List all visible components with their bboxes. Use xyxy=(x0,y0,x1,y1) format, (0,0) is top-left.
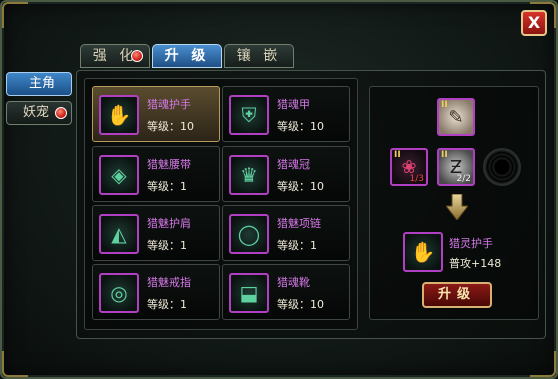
upgrade-scroll-slot[interactable]: II ✎ xyxy=(437,98,475,136)
boots-icon: ⬓ xyxy=(229,273,269,313)
tab-label: 升 级 xyxy=(164,48,210,64)
equipment-slot-necklace[interactable]: ◯ 猎魅项链 等级：1 xyxy=(222,205,350,261)
close-button[interactable]: X xyxy=(521,10,547,36)
item-name: 猎魅腰带 xyxy=(147,158,191,171)
item-name: 猎魅戒指 xyxy=(147,276,191,289)
side-tab-hero[interactable]: 主角 xyxy=(6,72,72,96)
shoulder-icon: ◭ xyxy=(99,214,139,254)
item-level: 等级：10 xyxy=(277,298,324,311)
upgrade-button[interactable]: 升级 xyxy=(422,282,492,308)
tab-inlay[interactable]: 镶 嵌 xyxy=(224,44,294,68)
item-name: 猎魂甲 xyxy=(277,98,310,111)
equipment-slot-shoulder[interactable]: ◭ 猎魅护肩 等级：1 xyxy=(92,205,220,261)
armor-icon: ⛨ xyxy=(229,95,269,135)
tier-label: II xyxy=(441,150,448,160)
result-gauntlet-icon[interactable]: ✋ xyxy=(403,232,443,272)
crown-icon: ♛ xyxy=(229,155,269,195)
item-level: 等级：1 xyxy=(147,298,187,311)
alert-dot-icon xyxy=(55,107,67,119)
result-stat: 普攻+148 xyxy=(449,257,502,270)
side-tab-pet[interactable]: 妖宠 xyxy=(6,101,72,125)
ring-icon: ◎ xyxy=(99,273,139,313)
item-name: 猎魂靴 xyxy=(277,276,310,289)
item-level: 等级：10 xyxy=(277,180,324,193)
item-level: 等级：1 xyxy=(147,239,187,252)
equipment-slot-boots[interactable]: ⬓ 猎魂靴 等级：10 xyxy=(222,264,350,320)
material-slot-stone[interactable]: II Ƶ 2/2 xyxy=(437,148,475,186)
equipment-slot-crown[interactable]: ♛ 猎魂冠 等级：10 xyxy=(222,146,350,202)
frame-corner xyxy=(530,351,556,377)
item-level: 等级：10 xyxy=(147,120,194,133)
frame-corner xyxy=(2,2,28,28)
equipment-slot-belt[interactable]: ◈ 猎魅腰带 等级：1 xyxy=(92,146,220,202)
equipment-slot-gauntlet[interactable]: ✋ 猎魂护手 等级：10 xyxy=(92,86,220,142)
item-name: 猎魂护手 xyxy=(147,98,191,111)
item-name: 猎魅项链 xyxy=(277,217,321,230)
equipment-slot-ring[interactable]: ◎ 猎魅戒指 等级：1 xyxy=(92,264,220,320)
item-level: 等级：1 xyxy=(277,239,317,252)
necklace-icon: ◯ xyxy=(229,214,269,254)
item-level: 等级：1 xyxy=(147,180,187,193)
empty-material-slot[interactable] xyxy=(483,148,521,186)
tier-label: II xyxy=(441,100,448,110)
belt-icon: ◈ xyxy=(99,155,139,195)
arrow-down-icon xyxy=(446,194,468,220)
tab-upgrade[interactable]: 升 级 xyxy=(152,44,222,68)
item-name: 猎魅护肩 xyxy=(147,217,191,230)
item-name: 猎魂冠 xyxy=(277,158,310,171)
alert-dot-icon xyxy=(131,50,143,62)
material-count: 1/3 xyxy=(409,174,424,184)
scroll-icon: ✎ xyxy=(448,106,464,128)
frame-corner xyxy=(2,351,28,377)
result-name: 猎灵护手 xyxy=(449,237,493,250)
item-level: 等级：10 xyxy=(277,120,324,133)
equipment-slot-armor[interactable]: ⛨ 猎魂甲 等级：10 xyxy=(222,86,350,142)
material-count: 2/2 xyxy=(456,174,471,184)
tier-label: II xyxy=(394,150,401,160)
material-slot-gem[interactable]: II ❀ 1/3 xyxy=(390,148,428,186)
tab-enhance[interactable]: 强 化 xyxy=(80,44,150,68)
side-tab-label: 主角 xyxy=(29,76,56,91)
tab-label: 镶 嵌 xyxy=(236,48,282,64)
side-tab-label: 妖宠 xyxy=(23,105,50,120)
gauntlet-icon: ✋ xyxy=(99,95,139,135)
